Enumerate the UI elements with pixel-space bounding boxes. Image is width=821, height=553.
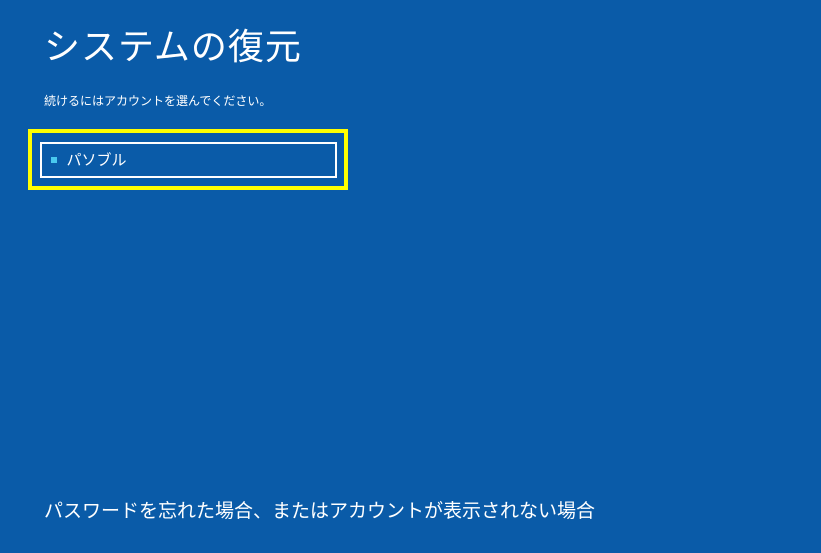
user-icon: [51, 157, 57, 163]
account-label: パソブル: [67, 149, 127, 170]
instruction-text: 続けるにはアカウントを選んでください。: [44, 92, 271, 109]
account-select-item[interactable]: パソブル: [40, 142, 337, 178]
forgot-password-link[interactable]: パスワードを忘れた場合、またはアカウントが表示されない場合: [44, 496, 595, 523]
highlight-frame: パソブル: [28, 129, 348, 190]
page-title: システムの復元: [44, 18, 302, 70]
